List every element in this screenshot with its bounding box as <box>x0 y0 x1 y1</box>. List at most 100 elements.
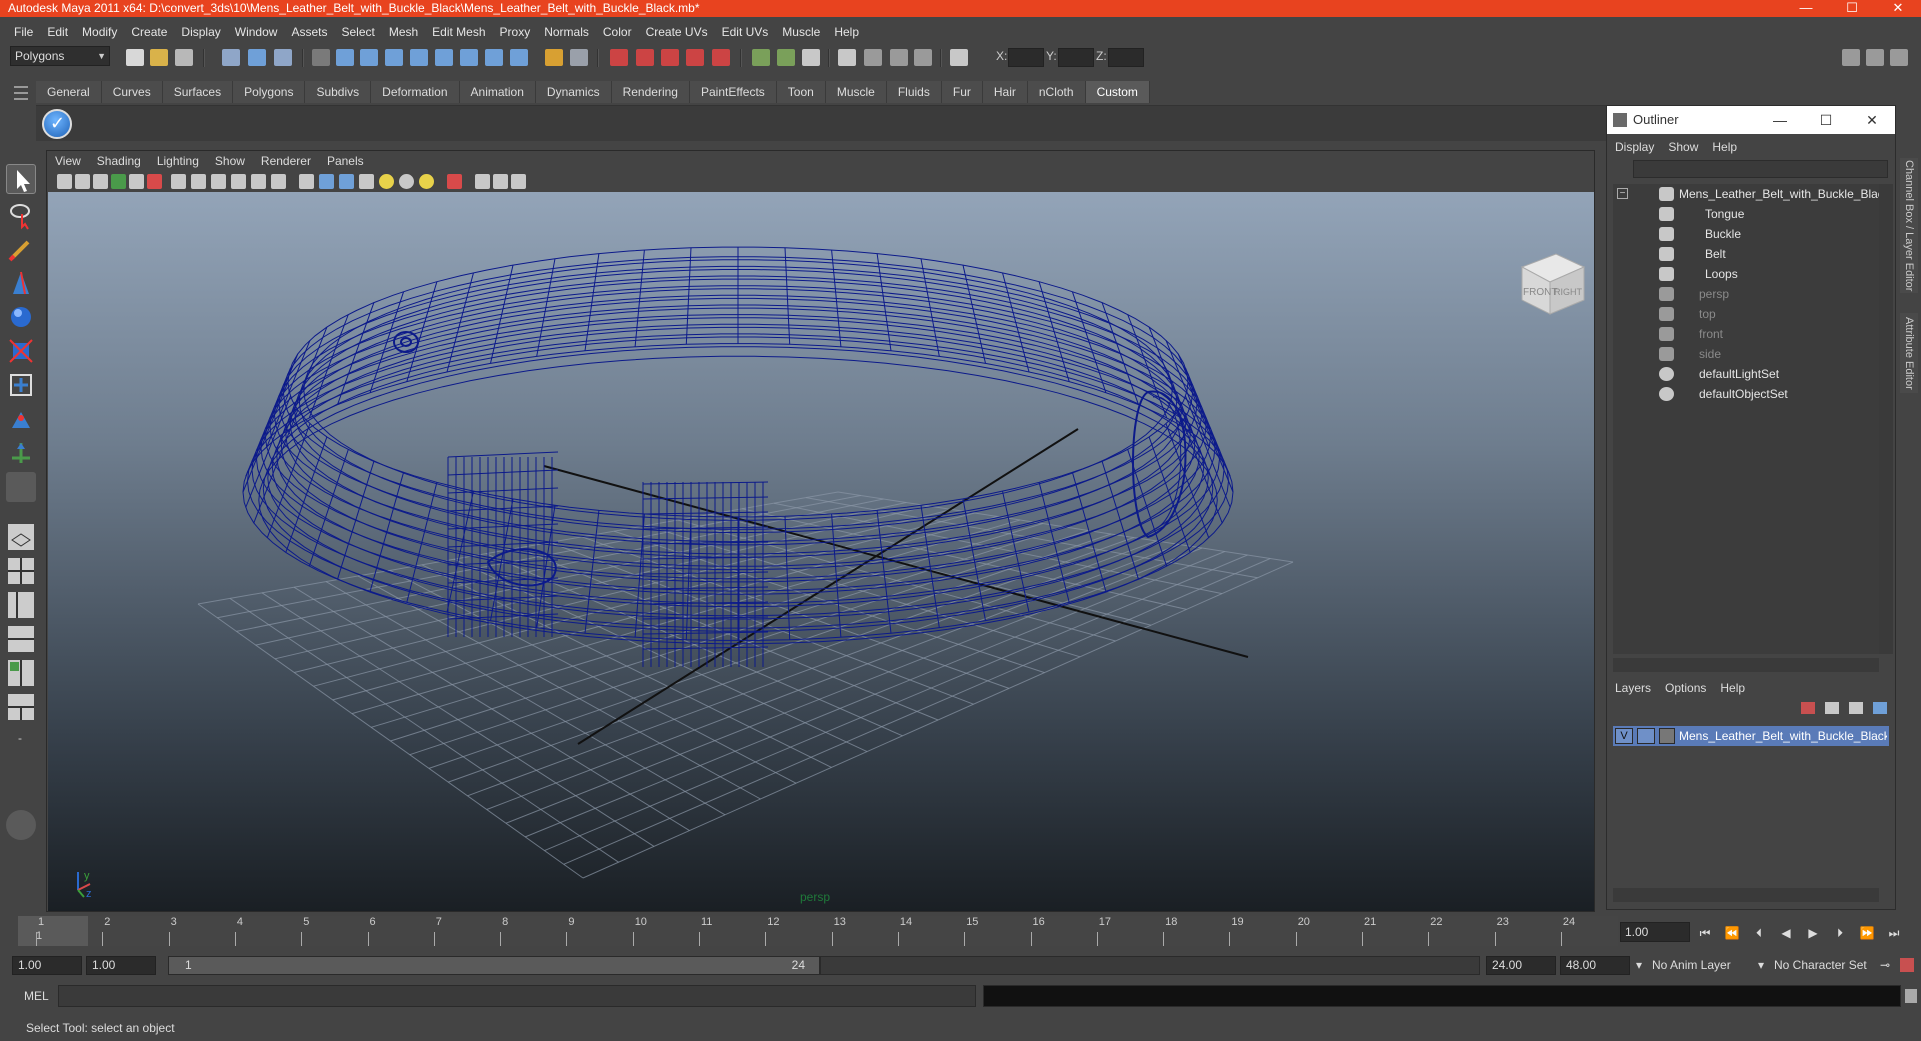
menu-normals[interactable]: Normals <box>538 25 597 39</box>
auto-key-icon[interactable]: ⊸ <box>1880 956 1890 975</box>
lock-selection-icon[interactable] <box>545 49 563 66</box>
lasso-tool-icon[interactable] <box>6 200 36 230</box>
menu-assets[interactable]: Assets <box>285 25 335 39</box>
perspective-viewport[interactable]: FRONT RIGHT y z persp <box>48 192 1594 911</box>
menu-window[interactable]: Window <box>229 25 286 39</box>
hypershade-persp-layout-icon[interactable] <box>6 658 36 688</box>
select-object-icon[interactable] <box>248 49 266 66</box>
select-hierarchy-icon[interactable] <box>222 49 240 66</box>
bookmarks-icon[interactable] <box>93 174 108 189</box>
hand-tool-icon[interactable] <box>6 810 36 840</box>
collapse-icon[interactable]: − <box>1617 188 1628 199</box>
shelf-grip-icon[interactable] <box>14 82 34 138</box>
play-forwards-button[interactable]: ▶ <box>1803 925 1823 941</box>
field-chart-icon[interactable] <box>251 174 266 189</box>
shelf-tab-general[interactable]: General <box>36 81 102 103</box>
shelf-tab-hair[interactable]: Hair <box>982 81 1028 103</box>
select-camera-icon[interactable] <box>57 174 72 189</box>
outliner-row-loops[interactable]: Loops <box>1613 264 1873 284</box>
panel-menu-panels[interactable]: Panels <box>327 154 364 168</box>
new-scene-icon[interactable] <box>126 49 144 66</box>
last-tool-icon[interactable] <box>6 472 36 502</box>
menu-display[interactable]: Display <box>175 25 228 39</box>
outliner-row-side[interactable]: side <box>1613 344 1873 364</box>
viewcube[interactable]: FRONT RIGHT <box>1520 253 1586 315</box>
construction-history-icon[interactable] <box>777 49 795 66</box>
range-slider[interactable]: 1 24 <box>168 956 820 975</box>
single-perspective-layout-icon[interactable] <box>6 522 36 552</box>
select-component-icon[interactable] <box>274 49 292 66</box>
panel-menu-lighting[interactable]: Lighting <box>157 154 199 168</box>
film-gate-icon[interactable] <box>191 174 206 189</box>
display-layer-row[interactable]: V Mens_Leather_Belt_with_Buckle_Black_la… <box>1613 726 1889 746</box>
render-settings-icon[interactable] <box>864 49 882 66</box>
animation-end-field[interactable]: 48.00 <box>1560 956 1630 975</box>
menu-mesh[interactable]: Mesh <box>383 25 426 39</box>
transform-mode-icon[interactable] <box>950 49 968 66</box>
use-all-lights-icon[interactable] <box>399 174 414 189</box>
shelf-tab-curves[interactable]: Curves <box>101 81 163 103</box>
render-current-frame-icon[interactable] <box>802 49 820 66</box>
menu-create-uvs[interactable]: Create UVs <box>640 25 716 39</box>
layout-options-icon[interactable]: - <box>6 724 36 754</box>
menu-edit[interactable]: Edit <box>41 25 76 39</box>
menu-create[interactable]: Create <box>125 25 175 39</box>
menu-file[interactable]: File <box>8 25 41 39</box>
menu-modify[interactable]: Modify <box>76 25 125 39</box>
shelf-tab-muscle[interactable]: Muscle <box>825 81 887 103</box>
layer-horizontal-scrollbar[interactable] <box>1613 888 1879 902</box>
layers-menu-help[interactable]: Help <box>1720 681 1745 695</box>
animation-preferences-icon[interactable] <box>1900 958 1914 972</box>
hypershade-icon[interactable] <box>890 49 908 66</box>
x-field[interactable] <box>1008 48 1044 67</box>
outliner-filter-input[interactable] <box>1633 160 1888 178</box>
go-to-end-button[interactable]: ⏭ <box>1884 925 1904 941</box>
snap-to-points-icon[interactable] <box>661 49 679 66</box>
step-back-key-button[interactable]: ⏪ <box>1722 925 1742 941</box>
camera-attributes-icon[interactable] <box>75 174 90 189</box>
scale-tool-icon[interactable] <box>6 336 36 366</box>
playback-start-field[interactable]: 1.00 <box>86 956 156 975</box>
select-rendering-icon[interactable] <box>485 49 503 66</box>
show-hide-channel-box-icon[interactable] <box>1890 49 1908 66</box>
two-d-pan-zoom-icon[interactable] <box>129 174 144 189</box>
gate-mask-icon[interactable] <box>231 174 246 189</box>
rotate-tool-icon[interactable] <box>6 302 36 332</box>
outliner-row-default-object-set[interactable]: defaultObjectSet <box>1613 384 1873 404</box>
select-deformations-icon[interactable] <box>435 49 453 66</box>
mel-command-input[interactable] <box>58 985 976 1007</box>
layer-options-icon[interactable] <box>1873 702 1887 714</box>
step-forward-frame-button[interactable]: ⏵ <box>1830 925 1850 941</box>
snap-to-grids-icon[interactable] <box>610 49 628 66</box>
persp-outliner-layout-icon[interactable] <box>6 590 36 620</box>
soft-modification-icon[interactable] <box>6 404 36 434</box>
outliner-row-buckle[interactable]: Buckle <box>1613 224 1873 244</box>
outliner-minimize-button[interactable]: — <box>1757 106 1803 134</box>
select-curves-icon[interactable] <box>385 49 403 66</box>
persp-graph-layout-icon[interactable] <box>6 624 36 654</box>
outliner-vertical-scrollbar[interactable] <box>1879 184 1893 654</box>
channel-box-tab[interactable]: Channel Box / Layer Editor <box>1900 158 1918 293</box>
persp-graph-hypergraph-layout-icon[interactable] <box>6 692 36 722</box>
select-surfaces-icon[interactable] <box>410 49 428 66</box>
shelf-tab-toon[interactable]: Toon <box>776 81 826 103</box>
outliner-close-button[interactable]: ✕ <box>1849 106 1895 134</box>
step-back-frame-button[interactable]: ⏴ <box>1749 925 1769 941</box>
shelf-tab-fluids[interactable]: Fluids <box>886 81 942 103</box>
textured-icon[interactable] <box>359 174 374 189</box>
open-scene-icon[interactable] <box>150 49 168 66</box>
outliner-row-top[interactable]: top <box>1613 304 1873 324</box>
checkmark-icon[interactable] <box>42 109 72 139</box>
play-backwards-button[interactable]: ◀ <box>1776 925 1796 941</box>
outliner-row-root[interactable]: − Mens_Leather_Belt_with_Buckle_Black <box>1613 184 1890 204</box>
select-dynamics-icon[interactable] <box>460 49 478 66</box>
range-slider-track[interactable] <box>820 956 1480 975</box>
shadows-icon[interactable] <box>419 174 434 189</box>
go-to-start-button[interactable]: ⏮ <box>1695 925 1715 941</box>
input-output-icon[interactable] <box>752 49 770 66</box>
ipr-render-icon[interactable] <box>838 49 856 66</box>
character-set-selector[interactable]: No Character Set <box>1774 956 1867 975</box>
universal-manipulator-icon[interactable] <box>6 370 36 400</box>
select-joints-icon[interactable] <box>360 49 378 66</box>
shelf-tab-rendering[interactable]: Rendering <box>611 81 690 103</box>
